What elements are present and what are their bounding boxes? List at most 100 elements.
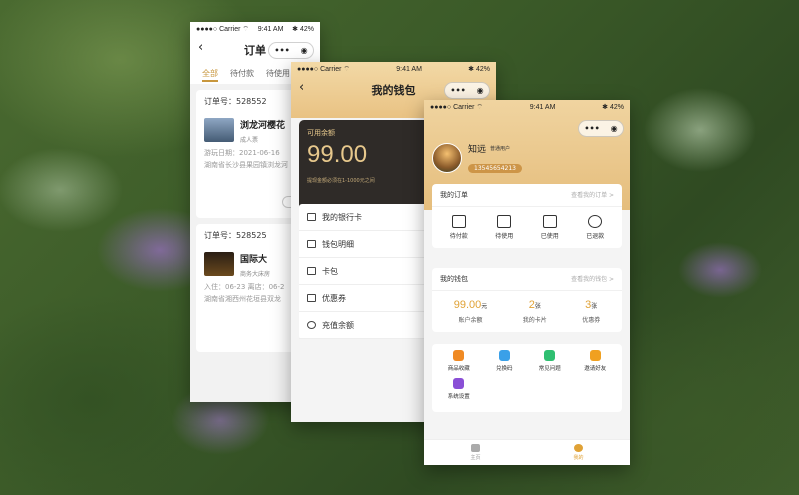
yen-icon [588,215,603,228]
order-shortcut-pending-use[interactable]: 待使用 [495,215,513,240]
check-icon [542,215,557,228]
stat-label: 账户余额 [458,317,483,324]
back-arrow-icon[interactable]: ‹ [198,40,203,55]
tool-icon [544,350,556,361]
user-icon [573,444,583,452]
mini-program-capsule[interactable]: ••• ◉ [578,120,624,137]
ticket-icon [497,215,512,228]
wallet-stat-coupons[interactable]: 3张 优惠券 [582,299,600,324]
card-icon [307,267,316,275]
menu-label: 卡包 [322,266,338,276]
carrier-text: ●●●●○ Carrier ⌔ [297,65,350,73]
close-icon[interactable]: ◉ [611,124,618,133]
user-level: 普通用户 [490,146,511,152]
my-wallet-section: 我的钱包 查看我的钱包 > 99.00元 账户余额 2张 我的卡片 3张 优惠券 [432,268,622,332]
home-icon [470,444,480,452]
tab-label: 主页 [470,455,481,461]
wallet-stat-balance[interactable]: 99.00元账户余额 [454,299,488,324]
coupon-icon [307,294,316,302]
stat-label: 我的卡片 [522,317,547,324]
tool-icon [589,350,601,361]
tool-label: 常见问题 [538,366,561,372]
user-profile[interactable]: 知远 普通用户 13545654213 [432,142,522,174]
tool-label: 兑换码 [495,366,513,372]
order-sub: 商务大床房 [240,271,271,278]
mini-program-capsule[interactable]: ••• ◉ [444,82,490,99]
more-icon[interactable]: ••• [584,124,599,133]
carrier-text: ●●●●○ Carrier ⌔ [196,25,249,33]
order-shortcut-refunded[interactable]: 已退款 [586,215,604,240]
order-shortcut-used[interactable]: 已使用 [541,215,559,240]
order-sub: 成人票 [240,137,259,144]
section-title: 我的订单 [440,191,468,199]
wallet-stat-cards[interactable]: 2张 我的卡片 [523,299,547,324]
back-arrow-icon[interactable]: ‹ [299,80,304,95]
stat-unit: 张 [591,304,598,310]
section-title: 我的钱包 [440,275,468,283]
close-icon[interactable]: ◉ [477,86,484,95]
balance-amount: 99.00 [307,141,368,168]
page-title: 订单 [244,44,266,57]
more-icon[interactable]: ••• [450,86,465,95]
tool-icon [453,378,465,389]
balance-card: 可用余额 99.00 提现金额必须在1-1000元之间 [299,120,429,210]
shortcut-label: 待付款 [449,233,468,240]
status-bar: ●●●●○ Carrier ⌔ 9:41 AM ✱ 42% [424,100,630,114]
profile-phone-screen: ●●●●○ Carrier ⌔ 9:41 AM ✱ 42% ••• ◉ 知远 普通用… [424,100,630,465]
tool-label: 系统设置 [447,394,470,400]
menu-label: 钱包明细 [322,239,354,249]
stat-unit: 元 [481,304,488,310]
tab-pending-payment[interactable]: 待付款 [230,68,254,84]
view-wallet-link[interactable]: 查看我的钱包 > [571,274,614,284]
tab-pending-use[interactable]: 待使用 [266,68,290,84]
order-name: 国际大 [240,255,268,265]
avatar[interactable] [432,143,462,173]
bank-card-icon [307,213,316,221]
stat-label: 优惠券 [582,317,601,324]
nav-bar: ••• ◉ [424,114,630,142]
tab-all[interactable]: 全部 [202,68,218,82]
tool-label: 商品收藏 [447,366,470,372]
stat-value: 99.00 [453,299,482,311]
tool-item[interactable]: 商品收藏 [436,350,482,372]
menu-label: 优惠券 [322,293,346,303]
battery-text: ✱ 42% [602,104,624,111]
order-thumbnail [204,118,234,142]
recharge-icon [307,321,316,329]
menu-label: 我的银行卡 [322,212,362,222]
more-icon[interactable]: ••• [274,46,289,55]
balance-label: 可用余额 [307,129,335,137]
order-name: 浏龙河樱花 [240,121,286,131]
my-orders-section: 我的订单 查看我的订单 > 待付款 待使用 已使用 已退款 [432,184,622,248]
battery-text: ✱ 42% [292,26,314,33]
tool-item[interactable]: 系统设置 [436,378,482,400]
order-shortcut-pending-payment[interactable]: 待付款 [450,215,468,240]
tools-section: 商品收藏 兑换码 常见问题 邀请好友系统设置 [432,344,622,412]
close-icon[interactable]: ◉ [301,46,308,55]
time-text: 9:41 AM [396,65,422,73]
tool-item[interactable]: 兑换码 [482,350,528,372]
tool-item[interactable]: 邀请好友 [573,350,619,372]
status-bar: ●●●●○ Carrier ⌔ 9:41 AM ✱ 42% [190,22,320,36]
status-bar: ●●●●○ Carrier ⌔ 9:41 AM ✱ 42% [291,62,496,76]
tool-item[interactable]: 常见问题 [527,350,573,372]
view-orders-link[interactable]: 查看我的订单 > [571,190,614,200]
stat-unit: 张 [534,304,541,310]
tool-icon [453,350,465,361]
wallet-icon [451,215,466,228]
time-text: 9:41 AM [257,25,284,33]
tab-mine[interactable]: 我的 [573,444,584,461]
phone-number-badge: 13545654213 [468,164,522,173]
mini-program-capsule[interactable]: ••• ◉ [268,42,314,59]
order-thumbnail [204,252,234,276]
tab-label: 我的 [573,455,584,461]
nav-bar: ‹ 订单 ••• ◉ [190,36,320,64]
tab-home[interactable]: 主页 [470,444,481,461]
tab-bar: 主页 我的 [424,439,630,465]
withdraw-tip: 提现金额必须在1-1000元之间 [307,178,375,184]
detail-icon [307,240,316,248]
user-name: 知远 [468,145,487,155]
carrier-text: ●●●●○ Carrier ⌔ [430,103,483,111]
shortcut-label: 已退款 [586,233,605,240]
time-text: 9:41 AM [529,103,556,111]
